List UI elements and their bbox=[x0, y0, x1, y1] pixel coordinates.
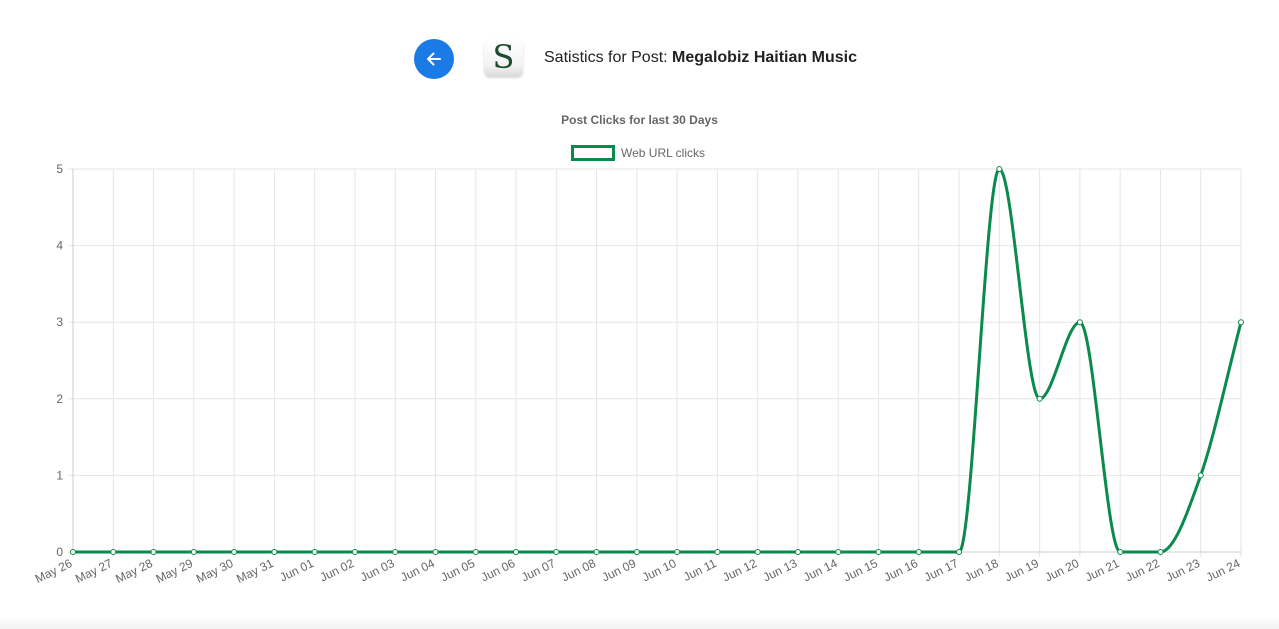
x-tick-label: Jun 18 bbox=[962, 556, 1001, 585]
x-tick-label: Jun 14 bbox=[801, 556, 840, 585]
y-tick-label: 2 bbox=[56, 392, 63, 406]
x-tick-label: Jun 05 bbox=[439, 556, 478, 585]
x-tick-label: May 28 bbox=[113, 556, 155, 586]
data-point bbox=[70, 549, 76, 555]
x-tick-label: May 31 bbox=[234, 556, 276, 586]
data-point bbox=[1157, 549, 1164, 555]
x-tick-label: Jun 06 bbox=[479, 556, 518, 585]
x-tick-label: Jun 10 bbox=[640, 556, 679, 585]
y-tick-label: 0 bbox=[56, 545, 63, 559]
data-point bbox=[392, 549, 399, 555]
y-tick-label: 3 bbox=[56, 315, 63, 329]
x-tick-label: Jun 02 bbox=[318, 556, 357, 585]
x-tick-label: Jun 13 bbox=[761, 556, 800, 585]
data-point bbox=[835, 549, 842, 555]
series-line bbox=[73, 167, 1243, 554]
x-tick-label: Jun 11 bbox=[681, 556, 719, 584]
x-tick-label: Jun 07 bbox=[519, 556, 558, 585]
data-point bbox=[351, 549, 358, 555]
y-tick-label: 5 bbox=[56, 162, 63, 176]
x-tick-label: Jun 15 bbox=[841, 556, 880, 585]
x-tick-label: May 26 bbox=[33, 556, 75, 586]
x-tick-label: Jun 09 bbox=[600, 556, 639, 585]
y-tick-label: 1 bbox=[56, 468, 63, 482]
x-tick-label: Jun 12 bbox=[720, 556, 759, 585]
data-point bbox=[1076, 319, 1083, 326]
x-tick-label: Jun 24 bbox=[1204, 556, 1243, 585]
data-point bbox=[110, 549, 117, 555]
data-point bbox=[1117, 549, 1124, 555]
data-point bbox=[674, 549, 681, 555]
x-tick-label: May 30 bbox=[194, 556, 236, 586]
data-point bbox=[1036, 395, 1043, 402]
data-point bbox=[1238, 319, 1244, 326]
data-point bbox=[714, 549, 721, 555]
x-tick-label: Jun 20 bbox=[1043, 556, 1082, 585]
data-point bbox=[996, 166, 1003, 172]
x-tick-label: Jun 19 bbox=[1002, 556, 1041, 585]
data-point bbox=[311, 549, 318, 555]
data-point bbox=[915, 549, 922, 555]
data-point bbox=[1197, 472, 1204, 479]
x-tick-label: May 27 bbox=[73, 556, 115, 586]
x-tick-label: Jun 17 bbox=[922, 556, 961, 585]
x-tick-label: Jun 08 bbox=[559, 556, 598, 585]
data-point bbox=[190, 549, 197, 555]
bottom-shade bbox=[0, 615, 1279, 629]
data-point bbox=[875, 549, 882, 555]
x-tick-label: Jun 16 bbox=[882, 556, 921, 585]
data-point bbox=[513, 549, 520, 555]
data-point bbox=[432, 549, 439, 555]
x-tick-label: May 29 bbox=[154, 556, 196, 586]
x-tick-label: Jun 21 bbox=[1083, 556, 1122, 585]
data-point bbox=[150, 549, 157, 555]
y-tick-label: 4 bbox=[56, 239, 63, 253]
data-point bbox=[472, 549, 479, 555]
x-tick-label: Jun 04 bbox=[398, 556, 437, 585]
data-point bbox=[633, 549, 640, 555]
data-point bbox=[231, 549, 238, 555]
line-chart: 0 1 2 3 4 5 May 26May 27May 28May 29May 30May … bbox=[33, 162, 1244, 586]
data-point bbox=[553, 549, 560, 555]
data-point bbox=[271, 549, 278, 555]
x-tick-label: Jun 22 bbox=[1123, 556, 1162, 585]
x-tick-label: Jun 03 bbox=[358, 556, 397, 585]
data-point bbox=[794, 549, 801, 555]
data-point bbox=[754, 549, 761, 555]
data-point bbox=[593, 549, 600, 555]
x-tick-label: Jun 01 bbox=[277, 556, 316, 585]
x-tick-label: Jun 23 bbox=[1164, 556, 1203, 585]
data-point bbox=[956, 549, 963, 555]
